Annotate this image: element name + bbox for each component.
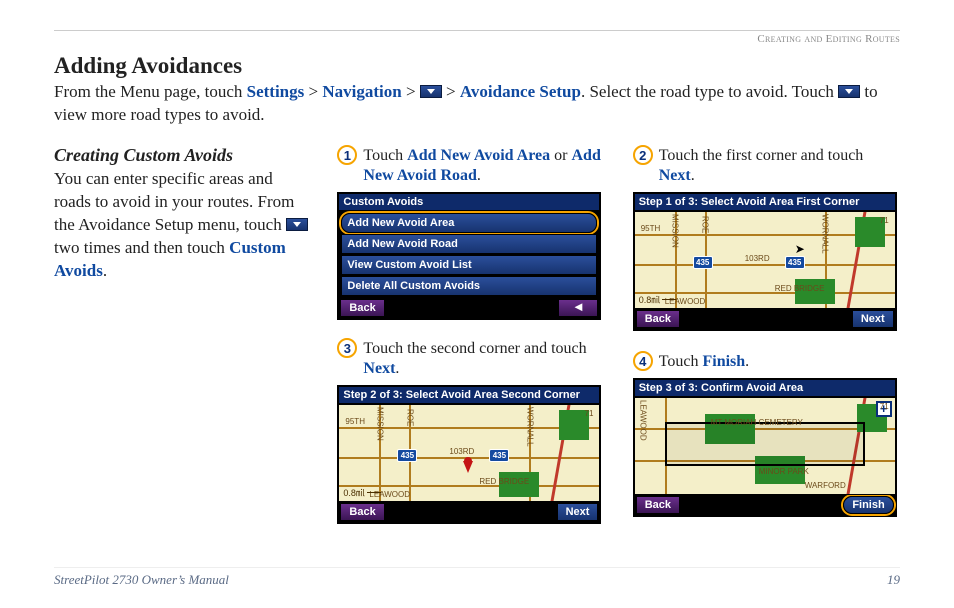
screenshot-title: Step 1 of 3: Select Avoid Area First Cor… <box>635 194 895 211</box>
map-label: ROE <box>405 409 414 426</box>
map-label: ROE <box>701 216 710 233</box>
screenshot-title: Step 3 of 3: Confirm Avoid Area <box>635 380 895 397</box>
map-view[interactable]: + LEAWOOD MT MORIAH CEMETERY MINOR PARK … <box>635 397 895 495</box>
screenshot-custom-avoids-menu: Custom Avoids Add New Avoid Area Add New… <box>337 192 601 320</box>
cursor-icon: ➤ <box>795 242 805 256</box>
map-label: WORNALL <box>821 214 830 254</box>
screenshot-step-3: Step 3 of 3: Confirm Avoid Area + LEAWOO… <box>633 378 897 517</box>
step-number-icon: 1 <box>337 145 357 165</box>
map-label: 95TH <box>345 417 365 426</box>
section-header: Creating and Editing Routes <box>54 33 900 45</box>
back-button[interactable]: Back <box>340 503 384 521</box>
map-label: WARFORD <box>805 481 846 490</box>
hwy-shield-icon: 435 <box>785 256 805 269</box>
map-label: 103RD <box>449 447 474 456</box>
step-number-icon: 3 <box>337 338 357 358</box>
menu-item-add-avoid-road[interactable]: Add New Avoid Road <box>341 234 597 254</box>
menu-item-delete-all[interactable]: Delete All Custom Avoids <box>341 276 597 296</box>
screenshot-title: Custom Avoids <box>339 194 599 211</box>
map-pin-icon <box>463 461 473 473</box>
step-1: 1 Touch Add New Avoid Area or Add New Av… <box>337 145 604 186</box>
map-label: MISSION <box>375 407 384 441</box>
page-number: 19 <box>887 572 900 588</box>
footer-manual-title: StreetPilot 2730 Owner’s Manual <box>54 572 229 588</box>
map-label: MINOR PARK <box>759 467 809 476</box>
link-settings: Settings <box>247 82 305 101</box>
map-label: MT MORIAH CEMETERY <box>711 418 803 427</box>
link-avoidance-setup: Avoidance Setup <box>460 82 581 101</box>
hwy-shield-icon: 435 <box>489 449 509 462</box>
down-arrow-icon <box>286 218 308 231</box>
map-label: 71 <box>880 216 889 225</box>
prev-arrow-button[interactable]: ◄ <box>558 299 598 317</box>
screenshot-step-1: Step 1 of 3: Select Avoid Area First Cor… <box>633 192 897 331</box>
step-number-icon: 2 <box>633 145 653 165</box>
step-number-icon: 4 <box>633 351 653 371</box>
map-label: 71 <box>585 409 594 418</box>
down-arrow-icon <box>838 85 860 98</box>
screenshot-title: Step 2 of 3: Select Avoid Area Second Co… <box>339 387 599 404</box>
map-view[interactable]: 435 435 95TH 103RD RED BRIDGE LEAWOOD MI… <box>339 404 599 502</box>
down-arrow-icon <box>420 85 442 98</box>
menu-item-add-avoid-area[interactable]: Add New Avoid Area <box>341 213 597 233</box>
next-button[interactable]: Next <box>852 310 894 328</box>
subheading-custom-avoids: Creating Custom Avoids <box>54 145 309 166</box>
screenshot-step-2: Step 2 of 3: Select Avoid Area Second Co… <box>337 385 601 524</box>
map-label: MISSION <box>671 214 680 248</box>
map-scale: 0.8㏕ <box>639 293 677 306</box>
map-label: LEAWOOD <box>639 400 648 441</box>
back-button[interactable]: Back <box>340 299 384 317</box>
hwy-shield-icon: 435 <box>397 449 417 462</box>
finish-button[interactable]: Finish <box>843 496 893 514</box>
menu-item-view-list[interactable]: View Custom Avoid List <box>341 255 597 275</box>
custom-avoids-paragraph: You can enter specific areas and roads t… <box>54 168 309 283</box>
intro-paragraph: From the Menu page, touch Settings > Nav… <box>54 81 900 127</box>
map-view[interactable]: 435 435 95TH 103RD RED BRIDGE LEAWOOD MI… <box>635 211 895 309</box>
back-button[interactable]: Back <box>636 496 680 514</box>
back-button[interactable]: Back <box>636 310 680 328</box>
next-button[interactable]: Next <box>557 503 599 521</box>
page-title: Adding Avoidances <box>54 53 900 79</box>
map-label: RED BRIDGE <box>479 477 529 486</box>
link-navigation: Navigation <box>322 82 401 101</box>
map-label: RED BRIDGE <box>775 284 825 293</box>
map-label: WORNALL <box>525 407 534 447</box>
step-3: 3 Touch the second corner and touch Next… <box>337 338 604 379</box>
step-2: 2 Touch the first corner and touch Next. <box>633 145 900 186</box>
map-scale: 0.8㏕ <box>343 486 381 499</box>
map-label: 95TH <box>641 224 661 233</box>
map-label: 71 <box>880 402 889 411</box>
map-label: 103RD <box>745 254 770 263</box>
step-4: 4 Touch Finish. <box>633 351 900 372</box>
avoid-area-selection <box>665 422 865 466</box>
hwy-shield-icon: 435 <box>693 256 713 269</box>
